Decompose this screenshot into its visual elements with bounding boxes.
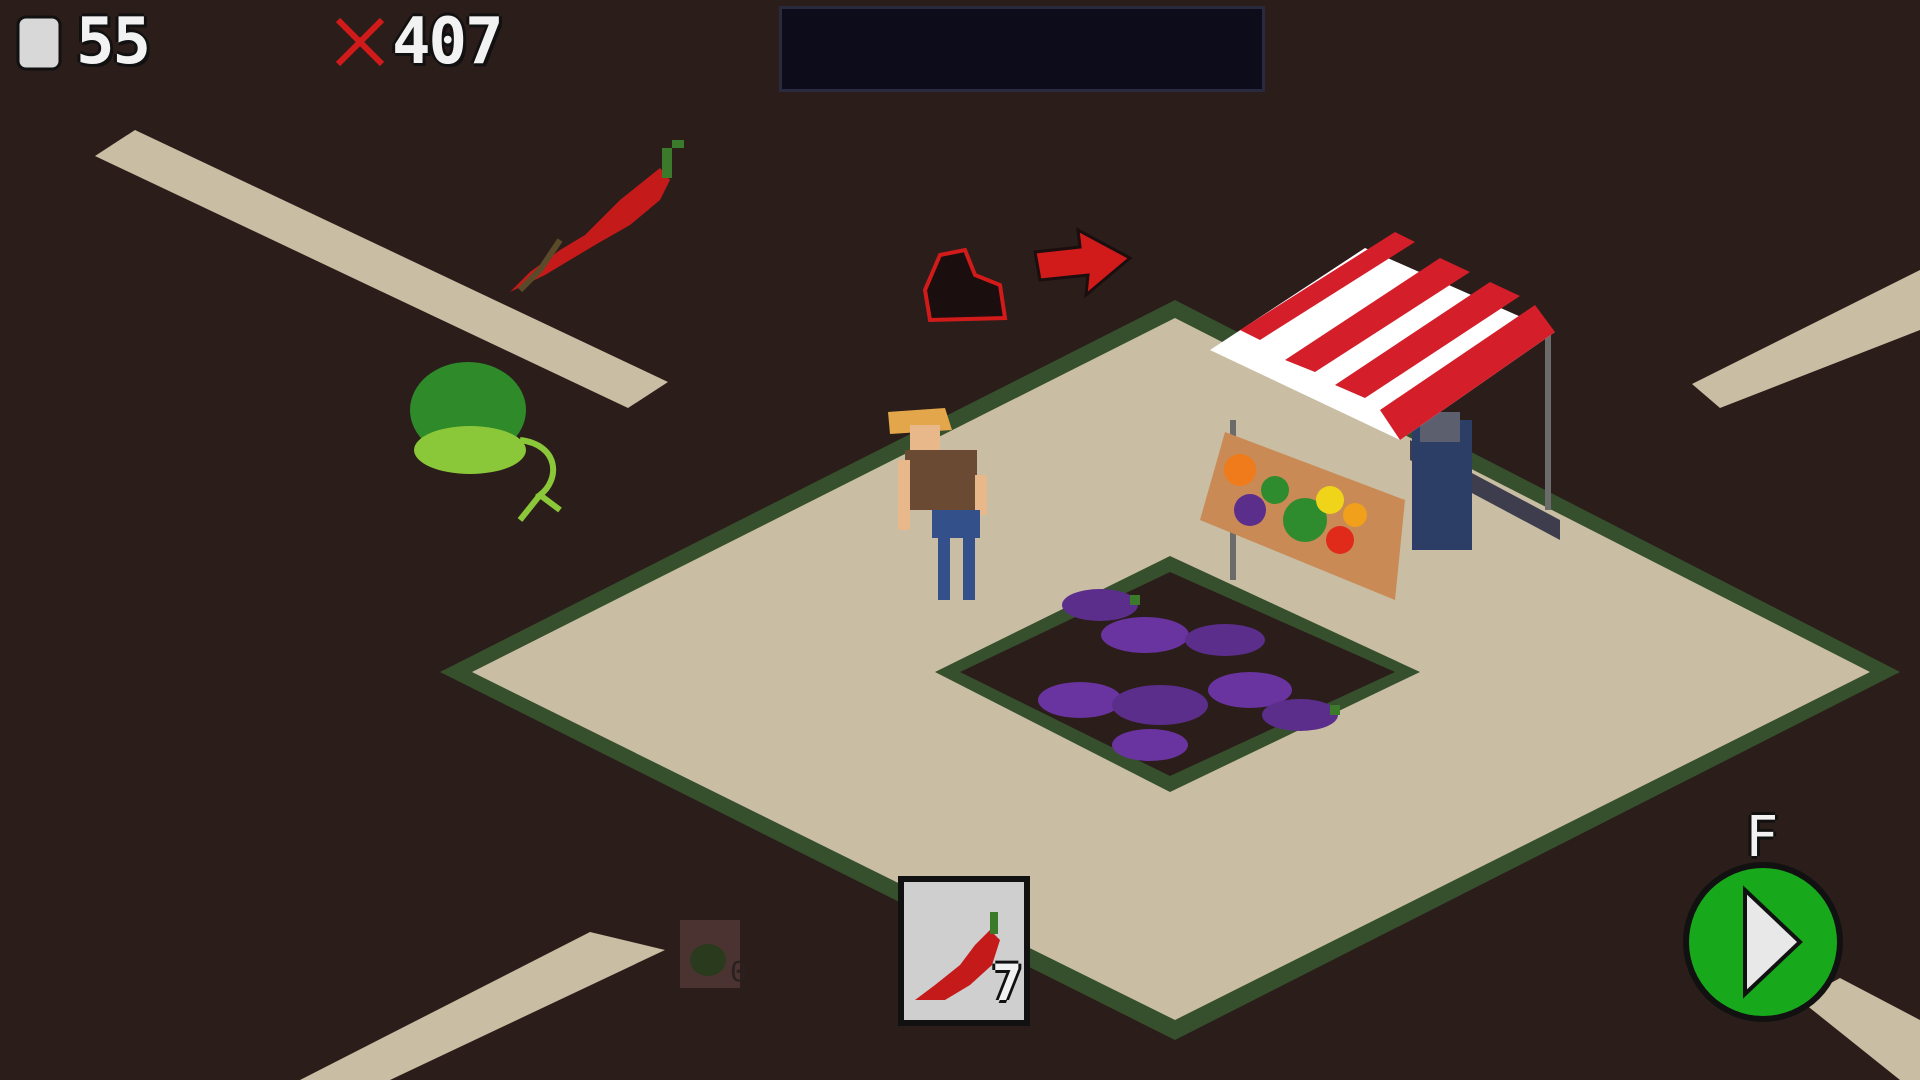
game-scene[interactable] [0, 0, 1920, 1080]
message-box [779, 6, 1265, 92]
coin-jar-icon [16, 15, 62, 71]
message-text [782, 9, 1262, 29]
play-wave-button[interactable] [1683, 862, 1843, 1022]
shopkeeper[interactable] [1412, 412, 1472, 550]
coin-counter: 55 [76, 5, 151, 79]
enemy-kill-icon [335, 17, 385, 67]
enemy-counter: 407 [392, 5, 504, 79]
seed-slot-count: 0 [730, 955, 747, 988]
selected-item-count: 7 [992, 954, 1023, 1012]
play-hotkey-label: F [1746, 805, 1779, 870]
